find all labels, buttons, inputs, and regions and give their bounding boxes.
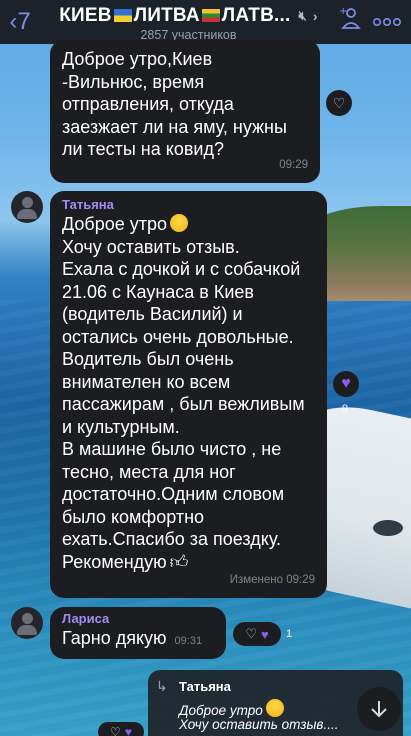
message-bubble[interactable]: Татьяна Доброе утро Хочу оставить отзыв.… [50,191,327,598]
reaction-pill[interactable]: ♡ ♥ [233,622,281,646]
reply-line-1-text: Доброе утро [179,703,263,718]
back-chevron-icon[interactable]: ‹7 [0,0,40,44]
message-time: 09:31 [174,635,203,647]
chat-title-part2: ЛИТВА [133,4,200,26]
reply-sender: Татьяна [179,679,231,694]
chat-title: КИЕВ ЛИТВА ЛАТВ... 🔇︎ › [59,5,317,27]
avatar[interactable] [11,191,43,223]
chat-title-part1: КИЕВ [59,4,112,26]
reaction-pill-partial[interactable]: ♡ ♥ [98,722,144,736]
lithuania-flag-icon [201,9,220,22]
heart-outline-icon: ♡ [110,725,121,736]
avatar[interactable] [11,607,43,639]
sender-name: Лариса [62,611,110,626]
svg-text:+: + [339,6,347,17]
smile-emoji-icon [265,699,284,717]
purple-heart-reaction-icon[interactable]: ♥ [333,371,359,397]
reply-line-1: Доброе утро [179,699,284,718]
message-text: Гарно дякую [62,628,167,648]
message-text-first: Доброе утро [62,214,168,234]
reaction-count: 1 [286,628,293,640]
arrow-down-icon [371,701,387,718]
mute-icon: 🔇︎ [298,7,307,23]
purple-heart-icon: ♥ [260,626,269,642]
message-line: Гарно дякую 09:31 [62,627,214,653]
sender-name: Татьяна [62,197,114,212]
smile-emoji-icon [170,214,189,232]
thumbs-up-emoji-icon: 👍︎ [169,551,189,572]
background-boat-window [373,520,403,536]
chat-title-part3: ЛАТВ... [221,4,291,26]
add-user-icon[interactable]: + [337,6,361,38]
react-heart-icon[interactable]: ♡ [326,90,352,116]
message-first-line: Доброе утро [62,213,315,236]
message-bubble[interactable]: Доброе утро,Киев -Вильнюс, время отправл… [50,40,320,183]
chat-header: ‹7 КИЕВ ЛИТВА ЛАТВ... 🔇︎ › 2857 участник… [0,0,411,44]
reaction-count: 9 [342,403,349,415]
message-text: Доброе утро,Киев -Вильнюс, время отправл… [62,49,287,159]
reply-line-2: Хочу оставить отзыв.... [179,717,339,732]
header-actions: + [337,6,411,38]
purple-heart-icon: ♥ [124,725,132,736]
heart-outline-icon: ♡ [245,626,257,641]
message-time: Изменено 09:29 [229,573,315,586]
message-text: Хочу оставить отзыв. Ехала с дочкой и с … [62,236,305,550]
ukraine-flag-icon [113,9,132,22]
reply-arrow-icon: ↳ [156,678,168,694]
chevron-right-icon: › [312,7,318,24]
message-time: 09:29 [279,158,308,171]
scroll-down-button[interactable] [357,687,401,731]
message-text-last: Рекомендую [62,551,167,572]
more-icon[interactable] [372,14,401,30]
message-bubble[interactable]: Лариса Гарно дякую 09:31 [50,607,226,659]
chat-title-area[interactable]: КИЕВ ЛИТВА ЛАТВ... 🔇︎ › 2857 участников [40,3,337,42]
